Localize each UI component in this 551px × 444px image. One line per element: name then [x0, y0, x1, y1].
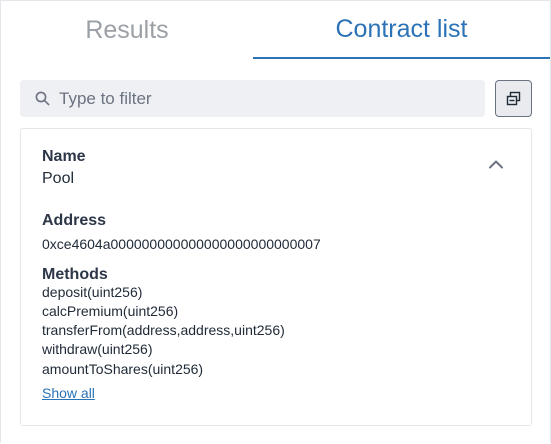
- contract-card: Name Pool Address 0xce4604a0000000000000…: [20, 128, 532, 426]
- contract-name: Pool: [42, 170, 75, 187]
- filter-field[interactable]: [20, 80, 485, 117]
- name-label: Name: [42, 148, 86, 165]
- address-label: Address: [42, 212, 107, 229]
- show-all-link[interactable]: Show all: [42, 385, 95, 401]
- contracts-panel: Results Contract list Name Pool Add: [0, 0, 551, 443]
- contract-address: 0xce4604a000000000000000000000000007: [42, 236, 321, 252]
- chevron-up-icon: [489, 160, 503, 169]
- methods-label: Methods: [42, 266, 108, 283]
- method-item: transferFrom(address,address,uint256): [42, 322, 285, 338]
- tab-bar: Results Contract list: [1, 1, 550, 59]
- method-item: withdraw(uint256): [42, 341, 153, 357]
- method-item: deposit(uint256): [42, 284, 143, 300]
- method-item: calcPremium(uint256): [42, 303, 179, 319]
- collapse-card-button[interactable]: [488, 156, 504, 174]
- filter-input[interactable]: [59, 80, 469, 117]
- tab-contract-list[interactable]: Contract list: [253, 1, 550, 59]
- method-item: amountToShares(uint256): [42, 361, 204, 377]
- collapse-all-button[interactable]: [495, 80, 532, 117]
- collapse-all-icon: [506, 91, 521, 106]
- tab-results[interactable]: Results: [1, 1, 253, 59]
- search-icon: [35, 91, 50, 106]
